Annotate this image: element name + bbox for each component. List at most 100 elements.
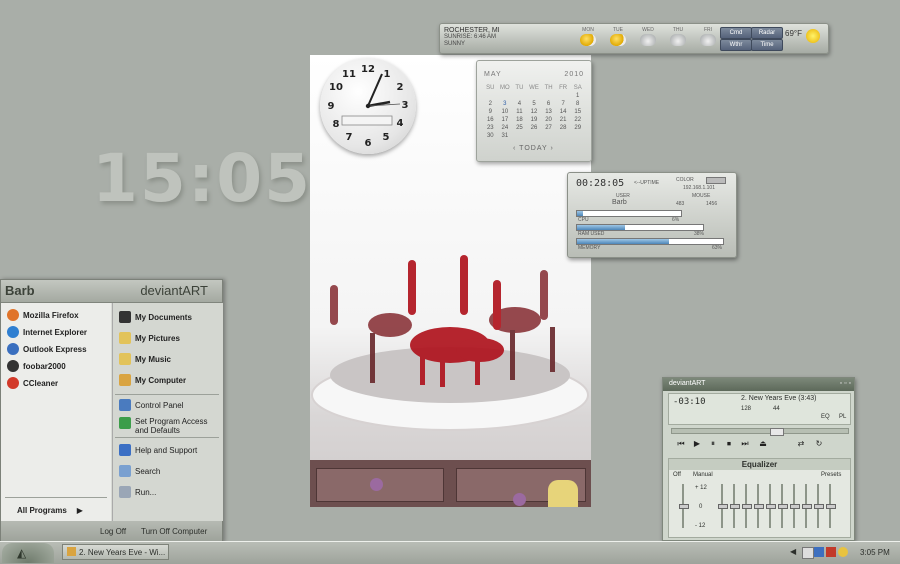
- menu-item-outlook-express[interactable]: Outlook Express: [7, 343, 87, 355]
- weather-time-button[interactable]: Time: [751, 39, 783, 51]
- calendar-day[interactable]: 28: [556, 125, 571, 131]
- weather-day-mon: MON: [576, 27, 600, 46]
- turn-off-button[interactable]: Turn Off Computer: [141, 527, 207, 536]
- eq-band-slider[interactable]: [754, 484, 764, 528]
- network-icon[interactable]: [814, 547, 824, 557]
- calendar-today-button[interactable]: ‹ TODAY ›: [513, 145, 554, 152]
- calendar-day[interactable]: 24: [498, 125, 513, 131]
- menu-item-run[interactable]: Run...: [119, 486, 156, 498]
- menu-item-my-computer[interactable]: My Computer: [119, 374, 186, 386]
- calendar-day[interactable]: 22: [570, 117, 585, 123]
- eq-band-slider[interactable]: [814, 484, 824, 528]
- calendar-day[interactable]: 27: [541, 125, 556, 131]
- menu-item-my-music[interactable]: My Music: [119, 353, 171, 365]
- tray-expand-icon[interactable]: ◀: [790, 547, 796, 556]
- system-monitor-widget[interactable]: 00:28:05 <--UPTIME COLOR 192.168.1.101 M…: [567, 172, 737, 258]
- eq-presets-button[interactable]: Presets: [821, 472, 841, 478]
- menu-item-help-support[interactable]: Help and Support: [119, 444, 197, 456]
- shuffle-icon[interactable]: ⇄: [795, 439, 807, 449]
- weather-widget[interactable]: ROCHESTER, MI SUNRISE: 6:46 AM SUNNY MON…: [439, 23, 829, 54]
- calendar-day[interactable]: 1: [570, 93, 585, 99]
- chevron-right-icon[interactable]: ›: [550, 145, 553, 152]
- eq-off-toggle[interactable]: Off: [673, 472, 681, 478]
- eq-toggle-button[interactable]: EQ: [821, 414, 830, 420]
- calendar-day[interactable]: 5: [527, 101, 542, 107]
- search-icon: [119, 465, 131, 477]
- log-off-button[interactable]: Log Off: [100, 527, 126, 536]
- weather-cmd-button[interactable]: Cmd: [720, 27, 752, 39]
- calendar-day[interactable]: 15: [570, 109, 585, 115]
- calendar-day[interactable]: 30: [483, 133, 498, 139]
- calendar-day[interactable]: 10: [498, 109, 513, 115]
- menu-item-set-program-access[interactable]: Set Program Access and Defaults: [119, 417, 207, 435]
- calendar-day[interactable]: 7: [556, 101, 571, 107]
- repeat-icon[interactable]: ↻: [813, 439, 825, 449]
- tray-app-icon[interactable]: [802, 547, 814, 559]
- menu-item-foobar2000[interactable]: foobar2000: [7, 360, 66, 372]
- eq-band-slider[interactable]: [826, 484, 836, 528]
- calendar-day[interactable]: 16: [483, 117, 498, 123]
- calendar-day[interactable]: 14: [556, 109, 571, 115]
- all-programs-button[interactable]: All Programs ▶: [17, 506, 83, 515]
- next-icon[interactable]: ⏭: [739, 439, 751, 449]
- color-swatch[interactable]: [706, 177, 726, 184]
- analog-clock-widget[interactable]: 12 1 2 3 4 5 6 7 8 9 10 11: [320, 58, 416, 154]
- stop-icon[interactable]: ⏹: [723, 439, 735, 449]
- calendar-day[interactable]: 9: [483, 109, 498, 115]
- calendar-day[interactable]: 21: [556, 117, 571, 123]
- calendar-day[interactable]: 11: [512, 109, 527, 115]
- volume-icon[interactable]: [838, 547, 848, 557]
- calendar-day[interactable]: 4: [512, 101, 527, 107]
- eq-band-slider[interactable]: [742, 484, 752, 528]
- playlist-toggle-button[interactable]: PL: [839, 414, 846, 420]
- menu-item-control-panel[interactable]: Control Panel: [119, 399, 183, 411]
- player-titlebar[interactable]: deviantART ▫ ▫ ▫: [663, 378, 854, 391]
- calendar-day[interactable]: 13: [541, 109, 556, 115]
- window-controls-icon[interactable]: ▫ ▫ ▫: [840, 380, 851, 387]
- menu-item-my-pictures[interactable]: My Pictures: [119, 332, 180, 344]
- chevron-left-icon[interactable]: ‹: [513, 145, 516, 152]
- eq-band-slider[interactable]: [790, 484, 800, 528]
- eq-band-slider[interactable]: [766, 484, 776, 528]
- calendar-day[interactable]: 26: [527, 125, 542, 131]
- eq-band-slider[interactable]: [778, 484, 788, 528]
- start-menu[interactable]: Barb deviantART Mozilla Firefox Internet…: [0, 279, 223, 543]
- eq-band-slider[interactable]: [718, 484, 728, 528]
- security-icon[interactable]: [826, 547, 836, 557]
- menu-item-my-documents[interactable]: My Documents: [119, 311, 192, 323]
- menu-item-internet-explorer[interactable]: Internet Explorer: [7, 326, 87, 338]
- seek-handle[interactable]: [770, 428, 784, 436]
- weather-radar-button[interactable]: Radar: [751, 27, 783, 39]
- menu-item-firefox[interactable]: Mozilla Firefox: [7, 309, 79, 321]
- calendar-day[interactable]: 3: [498, 101, 513, 107]
- calendar-day[interactable]: 20: [541, 117, 556, 123]
- calendar-day[interactable]: 25: [512, 125, 527, 131]
- eq-band-slider[interactable]: [802, 484, 812, 528]
- eq-band-slider[interactable]: [730, 484, 740, 528]
- weekday-header: SU: [486, 85, 495, 91]
- menu-item-ccleaner[interactable]: CCleaner: [7, 377, 58, 389]
- pause-icon[interactable]: ⏸: [707, 439, 719, 449]
- calendar-day[interactable]: 8: [570, 101, 585, 107]
- calendar-day[interactable]: 19: [527, 117, 542, 123]
- media-player[interactable]: deviantART ▫ ▫ ▫ -03:10 2. New Years Eve…: [662, 377, 855, 541]
- eq-preamp-slider[interactable]: [679, 484, 689, 528]
- calendar-day[interactable]: 23: [483, 125, 498, 131]
- eject-icon[interactable]: ⏏: [757, 439, 769, 449]
- taskbar-item-player[interactable]: 2. New Years Eve - Wi...: [62, 544, 169, 560]
- calendar-day[interactable]: 29: [570, 125, 585, 131]
- calendar-day[interactable]: 31: [498, 133, 513, 139]
- menu-item-search[interactable]: Search: [119, 465, 160, 477]
- calendar-day[interactable]: 18: [512, 117, 527, 123]
- calendar-day[interactable]: 17: [498, 117, 513, 123]
- tray-clock[interactable]: 3:05 PM: [860, 548, 890, 557]
- play-icon[interactable]: ▶: [691, 439, 703, 449]
- calendar-day[interactable]: 2: [483, 101, 498, 107]
- seek-bar[interactable]: [671, 428, 849, 436]
- weather-wthr-button[interactable]: Wthr: [720, 39, 752, 51]
- start-button[interactable]: ◭: [2, 543, 54, 563]
- previous-icon[interactable]: ⏮: [675, 439, 687, 449]
- calendar-day[interactable]: 6: [541, 101, 556, 107]
- calendar-day[interactable]: 12: [527, 109, 542, 115]
- calendar-widget[interactable]: MAY 2010 SU MO TU WE TH FR SA 1 2 3 4 5 6 7 8 9 10 11 12 13…: [476, 60, 592, 162]
